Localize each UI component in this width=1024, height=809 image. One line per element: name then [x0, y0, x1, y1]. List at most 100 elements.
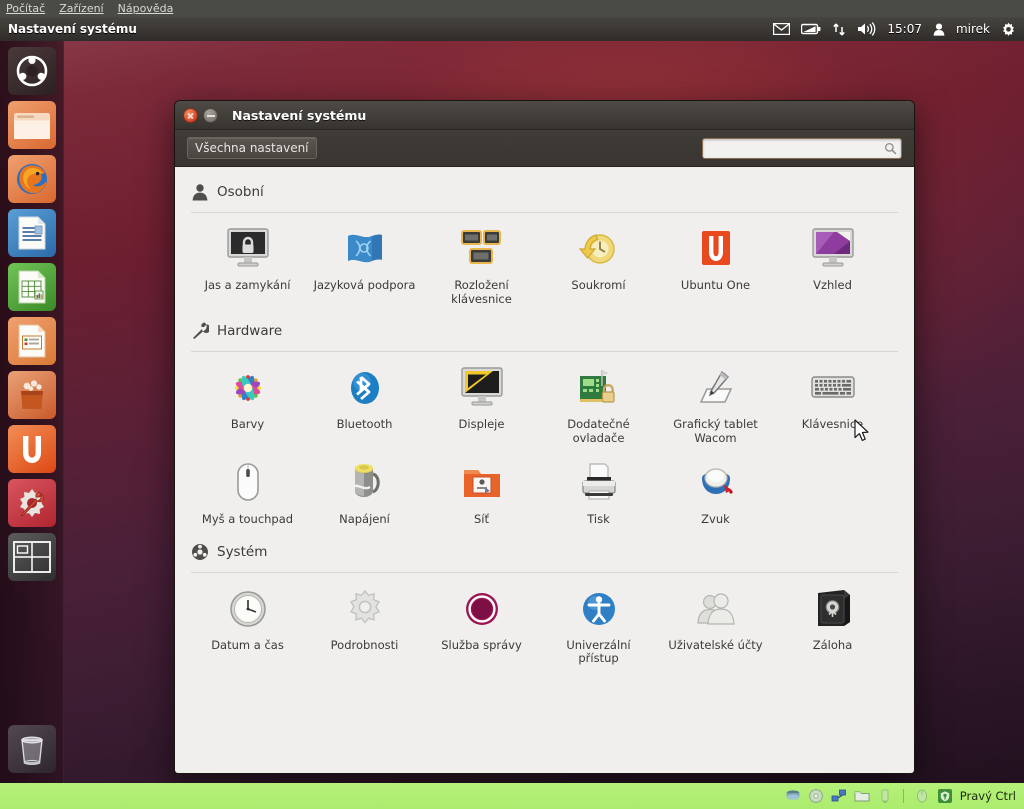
launcher-item-files[interactable] — [7, 101, 56, 149]
section-divider-hardware — [191, 351, 898, 352]
settings-tile-user-accounts[interactable]: Uživatelské účty — [657, 579, 774, 674]
settings-tile-label: Podrobnosti — [330, 637, 399, 652]
launcher-item-ubuntu-one[interactable] — [7, 425, 56, 473]
settings-tile-label: Displeje — [458, 417, 505, 431]
settings-tile-backup[interactable]: Záloha — [774, 579, 891, 674]
folder-icon[interactable] — [854, 788, 870, 804]
wrench-icon — [193, 322, 209, 339]
panel-indicator-area: 15:07 mirek — [773, 22, 1024, 37]
settings-tile-date-time[interactable]: Datum a čas — [189, 579, 306, 674]
calc-spreadsheet-icon — [18, 270, 45, 304]
settings-tile-label: Rozložení klávesnice — [451, 278, 512, 306]
launcher-item-libreoffice-writer[interactable] — [7, 209, 56, 257]
gear-icon[interactable] — [1001, 22, 1016, 37]
network-updown-icon[interactable] — [832, 23, 846, 36]
printer-icon — [575, 459, 623, 507]
settings-tile-language-support[interactable]: Jazyková podpora — [306, 219, 423, 314]
vbox-menu-zarizeni-label: Zařízení — [59, 2, 104, 15]
settings-tile-universal-access[interactable]: Univerzální přístup — [540, 579, 657, 674]
search-input[interactable] — [707, 141, 884, 155]
settings-tile-bluetooth[interactable]: Bluetooth — [306, 358, 423, 453]
close-button[interactable] — [183, 107, 198, 123]
desktop: Nastavení systému 15:07 mirek Nastavení … — [0, 17, 1024, 783]
launcher-item-trash[interactable] — [8, 725, 56, 773]
power-icon — [341, 459, 389, 507]
hostkey-icon[interactable] — [937, 788, 953, 804]
settings-tile-sound[interactable]: Zvuk — [657, 453, 774, 535]
settings-tile-colors[interactable]: Barvy — [189, 358, 306, 453]
cd-icon[interactable] — [808, 788, 824, 804]
section-header-hardware: Hardware — [189, 316, 900, 346]
vbox-menu-pocitac[interactable]: Počítač — [6, 3, 45, 14]
window-title: Nastavení systému — [232, 107, 367, 123]
settings-tile-label: Ubuntu One — [680, 278, 751, 292]
battery-icon[interactable] — [801, 23, 821, 35]
settings-tile-label: Jazyková podpora — [313, 278, 416, 292]
network-icon[interactable] — [831, 788, 847, 804]
network-icon — [458, 459, 506, 507]
settings-tile-network[interactable]: Síť — [423, 453, 540, 535]
settings-tile-brightness-lock[interactable]: Jas a zamykání — [189, 219, 306, 314]
settings-tile-label: Služba správy — [441, 637, 522, 652]
launcher-item-dash-home[interactable] — [7, 47, 56, 95]
language-icon — [341, 225, 389, 273]
search-icon — [884, 142, 897, 154]
user-icon[interactable] — [933, 23, 945, 36]
ubuntu-one-u-icon — [22, 436, 41, 463]
backup-safe-icon — [809, 585, 857, 633]
launcher-item-system-settings[interactable] — [7, 479, 56, 527]
settings-content: Osobní Jas a zamykání Jazyková podpora R… — [175, 167, 914, 773]
settings-tile-displays[interactable]: Displeje — [423, 358, 540, 453]
settings-tile-printing[interactable]: Tisk — [540, 453, 657, 535]
settings-tile-ubuntu-one[interactable]: Ubuntu One — [657, 219, 774, 314]
writer-document-icon — [18, 216, 45, 250]
panel-clock[interactable]: 15:07 — [887, 22, 922, 36]
vbox-menu-napoveda-label: Nápověda — [117, 2, 174, 15]
settings-tile-power[interactable]: Napájení — [306, 453, 423, 535]
settings-tile-details[interactable]: Podrobnosti — [306, 579, 423, 674]
settings-tile-label: Zvuk — [701, 512, 730, 526]
vbox-menu-napoveda[interactable]: Nápověda — [118, 3, 174, 14]
minimize-button[interactable] — [203, 107, 218, 123]
keyboard-icon — [809, 364, 857, 412]
launcher-item-software-center[interactable] — [7, 371, 56, 419]
settings-tile-label: Napájení — [339, 512, 390, 526]
volume-icon[interactable] — [857, 22, 876, 36]
launcher-trash-slot — [8, 719, 56, 773]
settings-tile-mouse-touchpad[interactable]: Myš a touchpad — [189, 453, 306, 535]
settings-tile-privacy[interactable]: Soukromí — [540, 219, 657, 314]
settings-tile-label: Datum a čas — [211, 637, 284, 652]
panel-username[interactable]: mirek — [956, 22, 990, 36]
appearance-icon — [809, 225, 857, 273]
keyboard-layout-icon — [458, 225, 506, 273]
settings-tile-additional-drivers[interactable]: Dodatečné ovladače — [540, 358, 657, 453]
host-key-label: Pravý Ctrl — [959, 789, 1016, 803]
settings-tile-label: Univerzální přístup — [566, 637, 631, 665]
settings-tile-landscape-service[interactable]: Služba správy — [423, 579, 540, 674]
section-grid-system: Datum a čas Podrobnosti Služba správy Un… — [189, 575, 900, 676]
all-settings-button[interactable]: Všechna nastavení — [187, 137, 317, 159]
launcher-item-workspace-switcher[interactable] — [7, 533, 56, 581]
launcher-item-libreoffice-impress[interactable] — [7, 317, 56, 365]
mail-icon[interactable] — [773, 23, 791, 35]
settings-tile-keyboard[interactable]: Klávesnice — [774, 358, 891, 453]
harddisk-icon[interactable] — [785, 788, 801, 804]
privacy-icon — [575, 225, 623, 273]
drivers-icon — [575, 364, 623, 412]
settings-tile-keyboard-layout[interactable]: Rozložení klávesnice — [423, 219, 540, 314]
brightness-lock-icon — [224, 225, 272, 273]
window-toolbar: Všechna nastavení — [175, 130, 914, 167]
settings-tile-wacom-tablet[interactable]: Grafický tablet Wacom — [657, 358, 774, 453]
settings-tile-label: Jas a zamykání — [204, 278, 291, 292]
vbox-menu-zarizeni[interactable]: Zařízení — [59, 3, 103, 14]
settings-tile-label: Soukromí — [571, 278, 626, 292]
launcher-item-libreoffice-calc[interactable] — [7, 263, 56, 311]
usb-icon[interactable] — [877, 788, 893, 804]
settings-tile-label: Uživatelské účty — [668, 637, 763, 652]
mouse-capture-icon[interactable] — [914, 788, 930, 804]
section-label-hardware: Hardware — [217, 323, 283, 339]
settings-wrench-gear-icon — [19, 489, 44, 517]
search-box[interactable] — [702, 137, 902, 159]
settings-tile-appearance[interactable]: Vzhled — [774, 219, 891, 314]
launcher-item-firefox[interactable] — [7, 155, 56, 203]
